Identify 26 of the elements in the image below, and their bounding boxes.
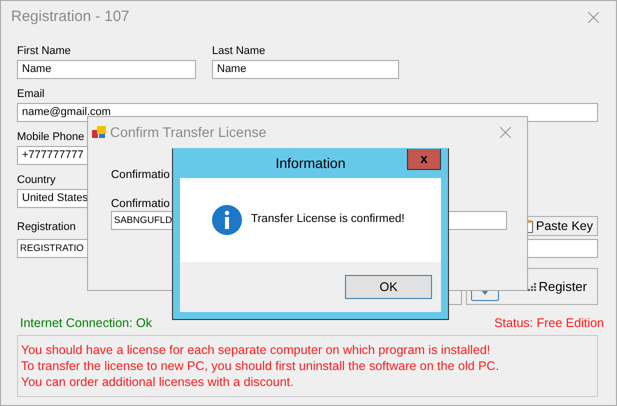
notice-line: You should have a license for each separate computer on which program is installed!	[21, 342, 492, 358]
field-label: Confirmatio	[111, 168, 170, 182]
dialog-title: Confirm Transfer License	[110, 122, 266, 142]
field-label: Confirmatio	[111, 197, 170, 211]
close-icon[interactable]	[500, 126, 511, 138]
field-label: Mobile Phone	[17, 130, 84, 144]
input-field[interactable]: Name	[17, 60, 196, 79]
dialog-title: Information	[275, 154, 346, 173]
field-label: Last Name	[212, 44, 266, 58]
connection-status: Internet Connection: Ok	[20, 315, 152, 332]
message-text: Transfer License is confirmed!	[251, 212, 405, 228]
field-label: Registration	[17, 220, 76, 234]
close-button[interactable]: x	[407, 149, 441, 170]
edition-status: Status: Free Edition	[494, 315, 604, 332]
close-icon[interactable]	[588, 12, 599, 22]
notice-line: To transfer the license to new PC, you should first uninstall the software on the old PC.	[21, 358, 500, 374]
app-icon	[92, 125, 106, 139]
window-title: Registration - 107	[11, 6, 130, 27]
field-label: Email	[17, 87, 45, 101]
input-field[interactable]: Name	[212, 60, 399, 79]
field-label: Country	[17, 173, 56, 187]
info-icon	[212, 205, 242, 235]
ok-button[interactable]: OK	[345, 275, 432, 299]
grip-icon	[528, 282, 536, 290]
notice-line: You can order additional licenses with a discount.	[21, 374, 295, 390]
field-label: First Name	[17, 44, 71, 58]
